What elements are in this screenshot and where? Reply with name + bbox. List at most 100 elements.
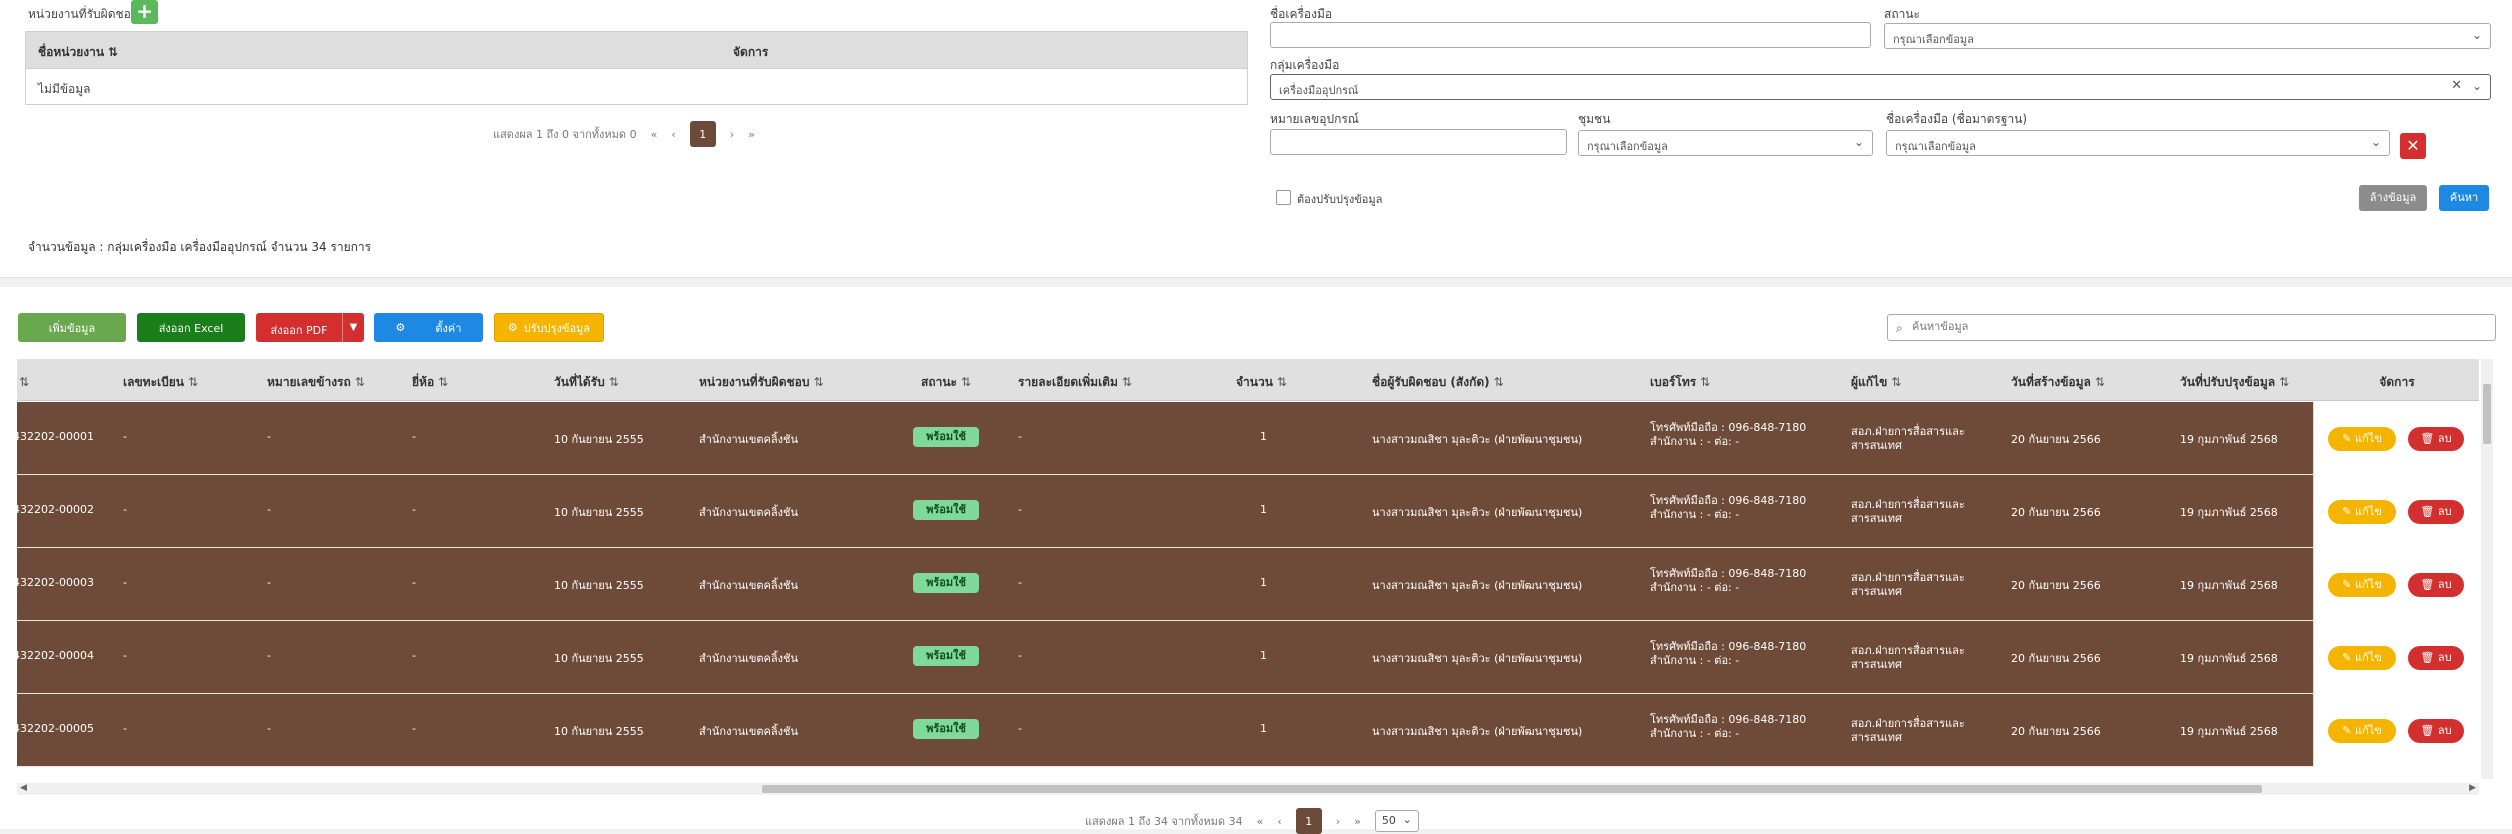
sort-icon[interactable]: ⇅ (609, 375, 619, 389)
agency-col-name[interactable]: ชื่อหน่วยงาน ⇅ (38, 43, 118, 62)
next-page-icon[interactable]: › (1336, 815, 1340, 828)
cell-qty: 1 (1260, 722, 1267, 735)
cell-reg: - (123, 430, 127, 443)
needs-update-checkbox[interactable] (1276, 190, 1291, 205)
col-agency[interactable]: หน่วยงานที่รับผิดชอบ ⇅ (699, 373, 824, 392)
remove-filter-button[interactable]: ✕ (2400, 133, 2426, 159)
sort-icon[interactable]: ⇅ (1122, 375, 1132, 389)
col-owner[interactable]: ชื่อผู้รับผิดชอบ (สังกัด) ⇅ (1372, 373, 1504, 392)
delete-button[interactable]: 🗑 ลบ (2408, 573, 2464, 597)
delete-button[interactable]: 🗑 ลบ (2408, 719, 2464, 743)
col-code[interactable]: ี⇅ (17, 373, 29, 392)
sort-icon[interactable]: ⇅ (355, 375, 365, 389)
table-row[interactable]: 432202-00004 - - - 10 กันยายน 2555 สำนักงานเข… (17, 621, 2479, 694)
edit-button[interactable]: ✎ แก้ไข (2328, 719, 2396, 743)
col-updated[interactable]: วันที่ปรับปรุงข้อมูล ⇅ (2180, 373, 2289, 392)
cell-creator: สอภ.ฝ่ายการสื่อสารและ (1851, 717, 1965, 730)
current-page[interactable]: 1 (689, 121, 716, 147)
export-pdf-button[interactable]: ส่งออก PDF ▼ (256, 313, 364, 342)
edit-button[interactable]: ✎ แก้ไข (2328, 646, 2396, 670)
std-name-select-value: กรุณาเลือกข้อมูล (1895, 140, 1976, 153)
col-reg[interactable]: เลขทะเบียน ⇅ (123, 373, 198, 392)
cell-recv: 10 กันยายน 2555 (554, 506, 644, 519)
next-page-icon[interactable]: › (730, 128, 734, 141)
prev-page-icon[interactable]: ‹ (1277, 815, 1281, 828)
col-qty[interactable]: จำนวน ⇅ (1236, 373, 1287, 392)
page-size-value: 50 (1381, 814, 1396, 827)
cell-updated: 19 กุมภาพันธ์ 2568 (2180, 433, 2278, 446)
cell-owner: นางสาวมณสิชา มุละติวะ (ฝ่ายพัฒนาชุมชน) (1372, 652, 1583, 665)
first-page-icon[interactable]: « (651, 128, 658, 141)
col-status[interactable]: สถานะ ⇅ (921, 373, 971, 392)
community-label: ชุมชน (1578, 112, 1611, 126)
clear-button[interactable]: ล้างข้อมูล (2359, 185, 2427, 211)
vertical-scrollbar[interactable] (2481, 359, 2493, 779)
search-button[interactable]: ค้นหา (2439, 185, 2489, 211)
update-label: ปรับปรุงข้อมูล (523, 321, 591, 335)
clear-selection-icon[interactable]: ✕ (2451, 78, 2462, 93)
sort-icon[interactable]: ⇅ (188, 375, 198, 389)
sort-icon[interactable]: ⇅ (108, 45, 118, 59)
cell-creator: สอภ.ฝ่ายการสื่อสารและ (1851, 571, 1965, 584)
group-select-value: เครื่องมืออุปกรณ์ (1279, 84, 1359, 97)
table-row[interactable]: 432202-00001 - - - 10 กันยายน 2555 สำนักงานเข… (17, 402, 2479, 475)
delete-button[interactable]: 🗑 ลบ (2408, 646, 2464, 670)
edit-button[interactable]: ✎ แก้ไข (2328, 573, 2396, 597)
scroll-right-icon[interactable]: ▶ (2469, 783, 2476, 793)
col-brand[interactable]: ยี่ห้อ ⇅ (412, 373, 448, 392)
sort-icon[interactable]: ⇅ (438, 375, 448, 389)
col-created[interactable]: วันที่สร้างข้อมูล ⇅ (2011, 373, 2105, 392)
sort-icon[interactable]: ⇅ (961, 375, 971, 389)
cell-updated: 19 กุมภาพันธ์ 2568 (2180, 652, 2278, 665)
tool-name-input[interactable] (1270, 22, 1871, 48)
scroll-left-icon[interactable]: ◀ (20, 783, 27, 793)
chevron-down-icon[interactable]: ▼ (342, 313, 364, 342)
table-row[interactable]: 432202-00003 - - - 10 กันยายน 2555 สำนักงานเข… (17, 548, 2479, 621)
prev-page-icon[interactable]: ‹ (671, 128, 675, 141)
sort-icon[interactable]: ⇅ (813, 375, 823, 389)
serial-input[interactable] (1270, 129, 1567, 155)
table-search[interactable]: ⌕ (1887, 314, 2496, 341)
sort-icon[interactable]: ⇅ (1494, 375, 1504, 389)
col-plate[interactable]: หมายเลขข้างรถ ⇅ (267, 373, 365, 392)
chevron-down-icon: ⌄ (1853, 135, 1864, 149)
status-badge: พร้อมใช้ (913, 573, 979, 593)
gear-icon: ⚙ (395, 321, 406, 334)
settings-button[interactable]: ⚙ ตั้งค่า (374, 313, 483, 342)
col-recv[interactable]: วันที่ได้รับ ⇅ (554, 373, 619, 392)
sort-icon[interactable]: ⇅ (19, 375, 29, 389)
sort-icon[interactable]: ⇅ (1700, 375, 1710, 389)
col-creator[interactable]: ผู้แก้ไข ⇅ (1851, 373, 1901, 392)
edit-button[interactable]: ✎ แก้ไข (2328, 500, 2396, 524)
group-select[interactable]: เครื่องมืออุปกรณ์ ✕ ⌄ (1270, 74, 2491, 100)
edit-button[interactable]: ✎ แก้ไข (2328, 427, 2396, 451)
sort-icon[interactable]: ⇅ (1277, 375, 1287, 389)
table-row[interactable]: 432202-00002 - - - 10 กันยายน 2555 สำนักงานเข… (17, 475, 2479, 548)
delete-button[interactable]: 🗑 ลบ (2408, 427, 2464, 451)
current-page[interactable]: 1 (1295, 808, 1322, 834)
col-phone[interactable]: เบอร์โทร ⇅ (1650, 373, 1710, 392)
scrollbar-thumb[interactable] (2483, 384, 2491, 444)
last-page-icon[interactable]: » (748, 128, 755, 141)
search-input[interactable] (1912, 320, 2472, 333)
horizontal-scrollbar[interactable]: ◀ ▶ (17, 783, 2479, 795)
col-detail[interactable]: รายละเอียดเพิ่มเติม ⇅ (1018, 373, 1132, 392)
sort-icon[interactable]: ⇅ (2095, 375, 2105, 389)
cell-phone-office: สำนักงาน : - ต่อ: - (1650, 727, 1740, 740)
std-name-select[interactable]: กรุณาเลือกข้อมูล ⌄ (1886, 130, 2390, 156)
add-record-button[interactable]: เพิ่มข้อมูล (18, 313, 126, 342)
community-select[interactable]: กรุณาเลือกข้อมูล ⌄ (1578, 130, 1873, 156)
delete-button[interactable]: 🗑 ลบ (2408, 500, 2464, 524)
add-agency-button[interactable]: + (131, 0, 158, 24)
sort-icon[interactable]: ⇅ (2279, 375, 2289, 389)
first-page-icon[interactable]: « (1257, 815, 1264, 828)
export-excel-button[interactable]: ส่งออก Excel (137, 313, 245, 342)
scrollbar-thumb[interactable] (762, 785, 2262, 793)
community-select-value: กรุณาเลือกข้อมูล (1587, 140, 1668, 153)
cell-creator: สอภ.ฝ่ายการสื่อสารและ (1851, 425, 1965, 438)
table-row[interactable]: 432202-00005 - - - 10 กันยายน 2555 สำนักงานเข… (17, 694, 2479, 767)
status-select[interactable]: กรุณาเลือกข้อมูล ⌄ (1884, 23, 2491, 49)
last-page-icon[interactable]: » (1354, 815, 1361, 828)
sort-icon[interactable]: ⇅ (1891, 375, 1901, 389)
update-data-button[interactable]: ⚙ ปรับปรุงข้อมูล (494, 313, 604, 342)
